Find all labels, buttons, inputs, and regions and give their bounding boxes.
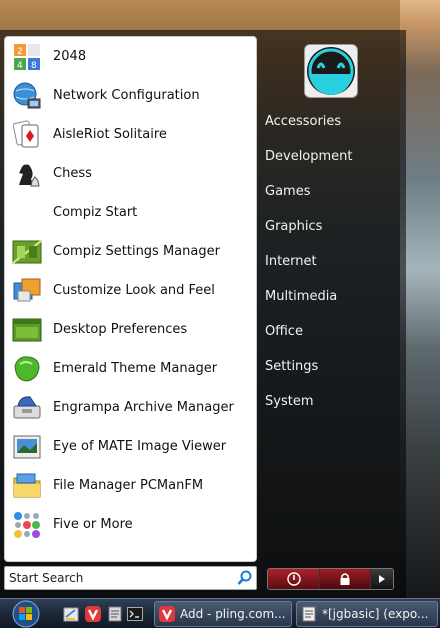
category-graphics[interactable]: Graphics: [265, 217, 353, 252]
app-item-compiz-start[interactable]: Compiz Start: [5, 193, 256, 232]
category-multimedia[interactable]: Multimedia: [265, 287, 353, 322]
app-item-network-configuration[interactable]: Network Configuration: [5, 76, 256, 115]
category-internet[interactable]: Internet: [265, 252, 353, 287]
app-item-2048[interactable]: 2 48 2048: [5, 37, 256, 76]
app-item-five-or-more[interactable]: Five or More: [5, 505, 256, 544]
svg-text:2: 2: [17, 47, 23, 57]
session-buttons: [267, 568, 394, 590]
svg-text:8: 8: [31, 61, 37, 70]
file-manager-icon[interactable]: [106, 605, 124, 623]
app-label: Desktop Preferences: [53, 322, 188, 337]
app-item-customize-look-and-feel[interactable]: Customize Look and Feel: [5, 271, 256, 310]
notes-icon[interactable]: [62, 605, 80, 623]
app-label: Engrampa Archive Manager: [53, 400, 234, 415]
application-list-panel: 2 48 2048 Network Configuration AisleRiot…: [4, 36, 257, 562]
appearance-icon: [11, 275, 43, 307]
category-system[interactable]: System: [265, 392, 353, 427]
category-games[interactable]: Games: [265, 182, 353, 217]
terminal-icon[interactable]: [126, 605, 144, 623]
vivaldi-icon[interactable]: [84, 605, 102, 623]
category-list: Accessories Development Games Graphics I…: [265, 112, 353, 427]
app-item-emerald-theme-manager[interactable]: Emerald Theme Manager: [5, 349, 256, 388]
app-item-aisleriot-solitaire[interactable]: AisleRiot Solitaire: [5, 115, 256, 154]
app-label: 2048: [53, 49, 87, 64]
search-icon[interactable]: [234, 567, 256, 589]
app-item-chess[interactable]: Chess: [5, 154, 256, 193]
avatar[interactable]: [304, 44, 358, 98]
start-button[interactable]: [6, 599, 46, 628]
category-panel: Accessories Development Games Graphics I…: [257, 36, 405, 562]
task-button-browser[interactable]: Add - pling.com...: [154, 601, 292, 627]
app-label: Emerald Theme Manager: [53, 361, 218, 376]
network-globe-icon: [11, 80, 43, 112]
user-avatar-icon: [307, 47, 355, 95]
text-editor-icon: [302, 606, 316, 622]
category-settings[interactable]: Settings: [265, 357, 353, 392]
lock-button[interactable]: [319, 569, 371, 589]
app-label: Eye of MATE Image Viewer: [53, 439, 227, 454]
app-label: Compiz Start: [53, 205, 138, 220]
app-label: File Manager PCManFM: [53, 478, 204, 493]
windows-logo-icon: [12, 600, 40, 628]
more-options-button[interactable]: [370, 569, 393, 589]
app-label: Five or More: [53, 517, 133, 532]
lock-icon: [340, 573, 350, 585]
compiz-settings-icon: [11, 236, 43, 268]
blank-icon: [11, 197, 43, 229]
vivaldi-icon: [159, 606, 175, 622]
arrow-right-icon: [379, 575, 386, 583]
app-label: Customize Look and Feel: [53, 283, 215, 298]
chess-knight-icon: [11, 158, 43, 190]
taskbar: Add - pling.com... *[jgbasic] (expo...: [0, 598, 440, 628]
task-label: *[jgbasic] (expo...: [322, 607, 429, 621]
wallpaper: [400, 0, 440, 600]
playing-card-icon: [11, 119, 43, 151]
app-item-engrampa-archive-manager[interactable]: Engrampa Archive Manager: [5, 388, 256, 427]
app-item-desktop-preferences[interactable]: Desktop Preferences: [5, 310, 256, 349]
power-icon: [286, 572, 301, 586]
colored-balls-icon: [11, 509, 43, 541]
category-office[interactable]: Office: [265, 322, 353, 357]
folder-icon: [11, 470, 43, 502]
shutdown-button[interactable]: [268, 569, 320, 589]
app-label: Compiz Settings Manager: [53, 244, 220, 259]
archive-icon: [11, 392, 43, 424]
application-list: 2 48 2048 Network Configuration AisleRiot…: [5, 37, 256, 544]
task-button-editor[interactable]: *[jgbasic] (expo...: [296, 601, 438, 627]
search-box: [4, 566, 257, 590]
app-item-compiz-settings-manager[interactable]: Compiz Settings Manager: [5, 232, 256, 271]
image-viewer-icon: [11, 431, 43, 463]
category-accessories[interactable]: Accessories: [265, 112, 353, 147]
svg-text:4: 4: [17, 61, 23, 70]
app-label: Chess: [53, 166, 92, 181]
app-item-file-manager-pcmanfm[interactable]: File Manager PCManFM: [5, 466, 256, 505]
2048-icon: 2 48: [11, 41, 43, 73]
task-label: Add - pling.com...: [180, 607, 286, 621]
search-input[interactable]: [9, 571, 234, 585]
app-label: Network Configuration: [53, 88, 200, 103]
app-item-eye-of-mate-image-viewer[interactable]: Eye of MATE Image Viewer: [5, 427, 256, 466]
category-development[interactable]: Development: [265, 147, 353, 182]
emerald-gem-icon: [11, 353, 43, 385]
app-label: AisleRiot Solitaire: [53, 127, 167, 142]
desktop-preferences-icon: [11, 314, 43, 346]
